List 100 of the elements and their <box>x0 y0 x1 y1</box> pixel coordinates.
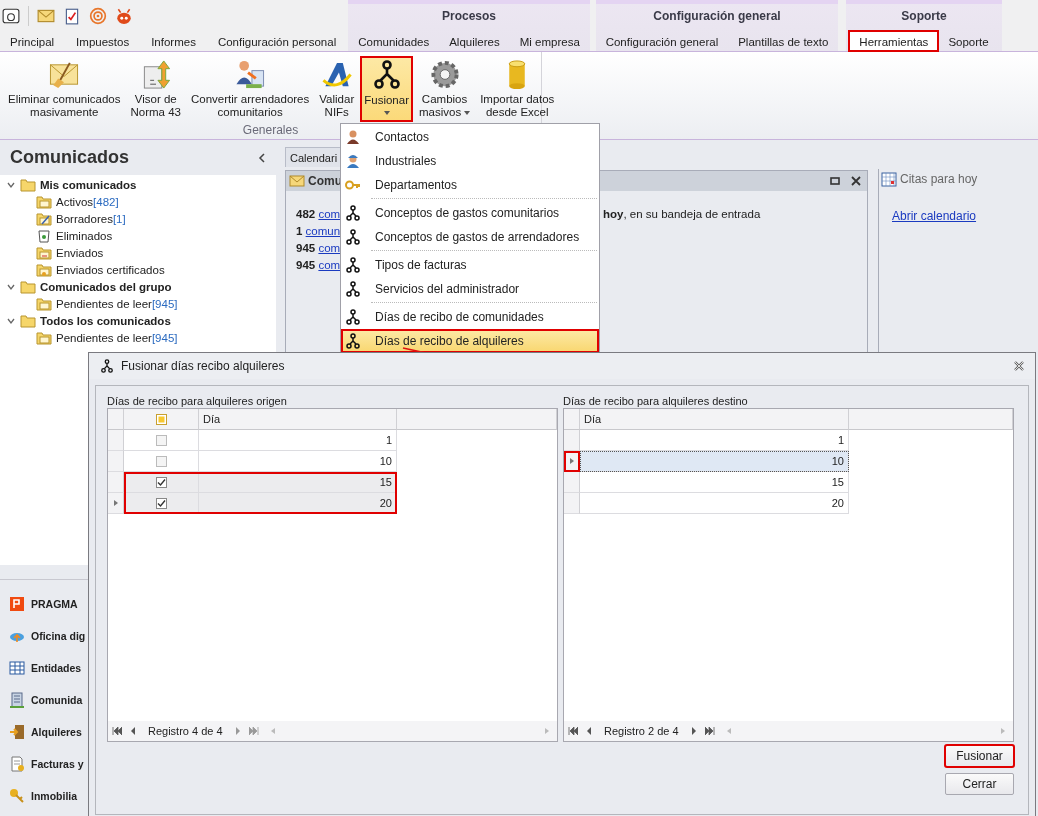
messages-link[interactable]: com <box>318 258 341 271</box>
ribbon-tab[interactable]: Configuración personal <box>207 31 347 51</box>
message-count: 945 <box>296 258 316 271</box>
ribbon-tab[interactable]: Herramientas <box>849 31 939 51</box>
ribbon-tab[interactable]: Alquileres <box>439 31 510 51</box>
select-all-checkbox[interactable] <box>155 413 167 425</box>
messages-link[interactable]: com <box>318 241 341 254</box>
panel-title: Comunicados <box>10 147 129 168</box>
ribbon-button[interactable]: Fusionar <box>360 56 413 122</box>
navigation-item[interactable]: Entidades <box>31 662 82 674</box>
mail-folder-icon <box>36 194 52 209</box>
ribbon-button[interactable]: Visor de Norma 43 <box>126 56 185 122</box>
tree-item[interactable]: Eliminados <box>56 229 113 242</box>
close-icon[interactable] <box>1013 361 1025 371</box>
checkbox[interactable] <box>155 455 167 467</box>
close-icon[interactable] <box>851 176 861 186</box>
person-building-icon <box>234 59 267 90</box>
tree-item[interactable]: Pendientes de leer[945] <box>56 297 178 310</box>
navigation-item[interactable]: Inmobilia <box>31 790 78 802</box>
menu-item[interactable]: Departamentos <box>341 173 599 197</box>
navigation-item[interactable]: PRAGMA <box>31 598 78 610</box>
signal-icon[interactable] <box>89 6 107 25</box>
ribbon-group-label: Generales <box>242 123 299 139</box>
tree-item[interactable]: Activos[482] <box>56 195 119 208</box>
checkbox[interactable] <box>155 497 167 509</box>
merge-icon <box>345 229 361 245</box>
merge-icon <box>345 257 361 273</box>
row-indicator[interactable] <box>108 493 124 514</box>
ribbon-button[interactable]: Convertir arrendadores comunitarios <box>187 56 314 122</box>
app-logo-icon <box>9 596 25 612</box>
menu-item[interactable]: Contactos <box>341 125 599 149</box>
calendar-icon <box>881 171 897 187</box>
tree-item[interactable]: Mis comunicados <box>40 178 137 191</box>
first-record-button[interactable] <box>568 727 578 735</box>
menu-item[interactable]: Industriales <box>341 149 599 173</box>
document-tab[interactable]: Calendari <box>285 147 343 167</box>
building-icon <box>9 692 25 708</box>
tree-item[interactable]: Enviados certificados <box>56 263 165 276</box>
record-counter: Registro 2 de 4 <box>603 725 680 737</box>
trash-icon <box>36 228 52 243</box>
ribbon-button[interactable]: Eliminar comunicados masivamente <box>4 56 125 122</box>
tree-item[interactable]: Pendientes de leer[945] <box>56 331 178 344</box>
table-cell: 20 <box>580 493 849 514</box>
tab-group-title: Configuración general <box>653 8 781 23</box>
merge-icon <box>345 333 361 349</box>
key-icon <box>9 788 25 804</box>
table-cell: 15 <box>199 472 397 493</box>
menu-item[interactable]: Días de recibo de alquileres <box>341 329 599 353</box>
ribbon-button[interactable]: Cambios masivos <box>414 56 475 122</box>
menu-item[interactable]: Servicios del administrador <box>341 277 599 301</box>
restore-icon[interactable] <box>830 176 840 186</box>
row-indicator[interactable] <box>564 451 580 472</box>
navigation-item[interactable]: Oficina dig <box>31 630 86 642</box>
first-record-button[interactable] <box>112 727 122 735</box>
checkbox[interactable] <box>155 476 167 488</box>
dialog-button[interactable]: Fusionar <box>945 745 1014 767</box>
ribbon-tab[interactable]: Soporte <box>938 31 999 51</box>
tree-item[interactable]: Borradores[1] <box>56 212 126 225</box>
worker-icon <box>345 153 361 169</box>
tree-item[interactable]: Todos los comunicados <box>40 314 171 327</box>
menu-item[interactable]: Días de recibo de comunidades <box>341 305 599 329</box>
messages-link[interactable]: com <box>318 207 341 220</box>
ribbon-button[interactable]: Validar NIFs <box>315 56 359 122</box>
tree-item[interactable]: Comunicados del grupo <box>40 280 172 293</box>
navigation-item[interactable]: Comunida <box>31 694 83 706</box>
dialog-button[interactable]: Cerrar <box>945 773 1014 795</box>
ribbon-tab[interactable]: Plantillas de texto <box>728 31 839 51</box>
folder-icon <box>20 279 36 294</box>
table-icon <box>9 660 25 676</box>
certificate-folder-icon <box>36 262 52 277</box>
menu-item[interactable]: Conceptos de gastos de arrendadores <box>341 225 599 249</box>
clipboard-icon[interactable] <box>63 6 81 25</box>
menu-item[interactable]: Conceptos de gastos comunitarios <box>341 201 599 225</box>
ribbon-tab[interactable]: Comunidades <box>348 31 440 51</box>
ribbon-tab[interactable]: Principal <box>0 31 65 51</box>
dialog-title: Fusionar días recibo alquileres <box>121 359 285 373</box>
messages-link[interactable]: comun <box>305 224 341 237</box>
menu-item[interactable]: Tipos de facturas <box>341 253 599 277</box>
table-cell: 1 <box>199 430 397 451</box>
folder-icon <box>20 177 36 192</box>
invoice-icon <box>9 756 25 772</box>
ribbon-tab[interactable]: Configuración general <box>595 31 729 51</box>
last-record-button[interactable] <box>704 727 715 735</box>
table-cell: 20 <box>199 493 397 514</box>
navigation-item[interactable]: Alquileres <box>31 726 82 738</box>
bot-icon[interactable] <box>115 6 133 25</box>
navigation-item[interactable]: Facturas y <box>31 758 84 770</box>
open-calendar-link[interactable]: Abrir calendario <box>892 209 977 223</box>
ribbon-tab[interactable]: Mi empresa <box>509 31 590 51</box>
tree-item[interactable]: Enviados <box>56 246 104 259</box>
ribbon-button[interactable]: Importar datos desde Excel <box>476 56 559 122</box>
door-icon <box>9 724 25 740</box>
collapse-icon[interactable] <box>258 152 266 163</box>
app-icon[interactable] <box>2 6 20 25</box>
ribbon-tab[interactable]: Informes <box>141 31 206 51</box>
checkbox[interactable] <box>155 434 167 446</box>
merge-icon <box>99 359 115 373</box>
message-count: 945 <box>296 241 316 254</box>
panel-title: Citas para hoy <box>900 172 978 186</box>
ribbon-tab[interactable]: Impuestos <box>66 31 140 51</box>
